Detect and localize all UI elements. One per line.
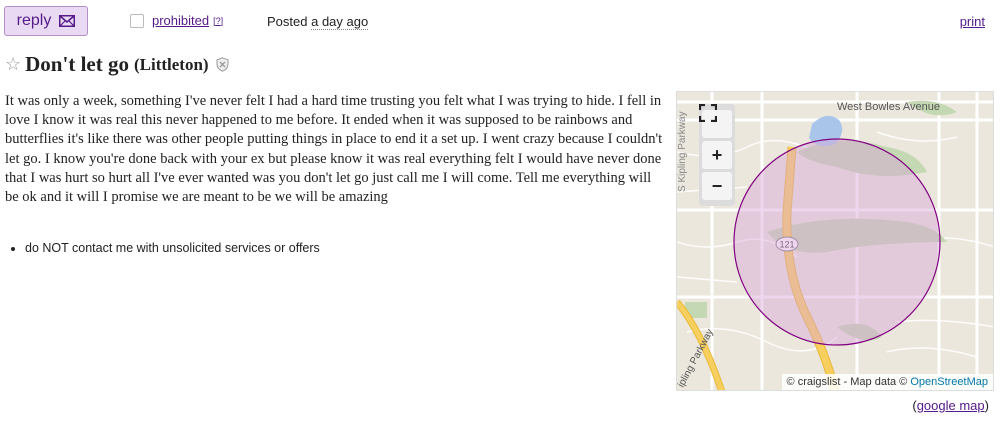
post-body: It was only a week, something I've never…	[5, 93, 663, 206]
posted-prefix: Posted	[267, 14, 308, 29]
hide-posting-icon[interactable]	[216, 57, 229, 72]
envelope-icon	[59, 15, 76, 27]
flag-prohibited: prohibited [?]	[130, 13, 223, 28]
posted-info: Posted a day ago	[267, 14, 369, 30]
fullscreen-icon	[699, 104, 717, 122]
zoom-out-button[interactable]: −	[702, 172, 732, 200]
prohibited-checkbox[interactable]	[130, 13, 144, 28]
search-radius-circle	[733, 138, 941, 346]
map-controls: + −	[699, 104, 735, 206]
posted-time: a day ago	[311, 14, 369, 30]
street-label-kipling: S Kipling Parkway	[677, 111, 688, 192]
street-label-bowles: West Bowles Avenue	[837, 101, 940, 113]
google-map-row: (google map)	[912, 398, 989, 413]
notice-item: do NOT contact me with unsolicited servi…	[25, 241, 320, 255]
prohibited-help-link[interactable]: [?]	[213, 16, 223, 26]
map-view[interactable]: 121 West Bowles Avenue S Kipling Parkway…	[676, 91, 994, 391]
post-title: Don't let go	[25, 52, 129, 76]
post-title-row: ☆ Don't let go (Littleton)	[5, 52, 229, 77]
print-link[interactable]: print	[960, 14, 985, 29]
google-map-close-paren: )	[984, 398, 989, 413]
reply-button[interactable]: reply	[4, 6, 88, 36]
zoom-in-button[interactable]: +	[702, 141, 732, 169]
map-attribution: © craigslist - Map data © OpenStreetMap	[781, 374, 993, 390]
reply-label: reply	[16, 12, 52, 29]
fullscreen-button[interactable]	[699, 104, 732, 138]
prohibited-link[interactable]: prohibited	[152, 13, 209, 28]
attribution-text: © craigslist - Map data ©	[786, 376, 908, 388]
openstreetmap-link[interactable]: OpenStreetMap	[910, 376, 988, 388]
favorite-star-icon[interactable]: ☆	[5, 54, 21, 75]
notices-list: do NOT contact me with unsolicited servi…	[5, 241, 320, 255]
google-map-link[interactable]: google map	[917, 398, 985, 413]
post-location: (Littleton)	[133, 54, 209, 74]
